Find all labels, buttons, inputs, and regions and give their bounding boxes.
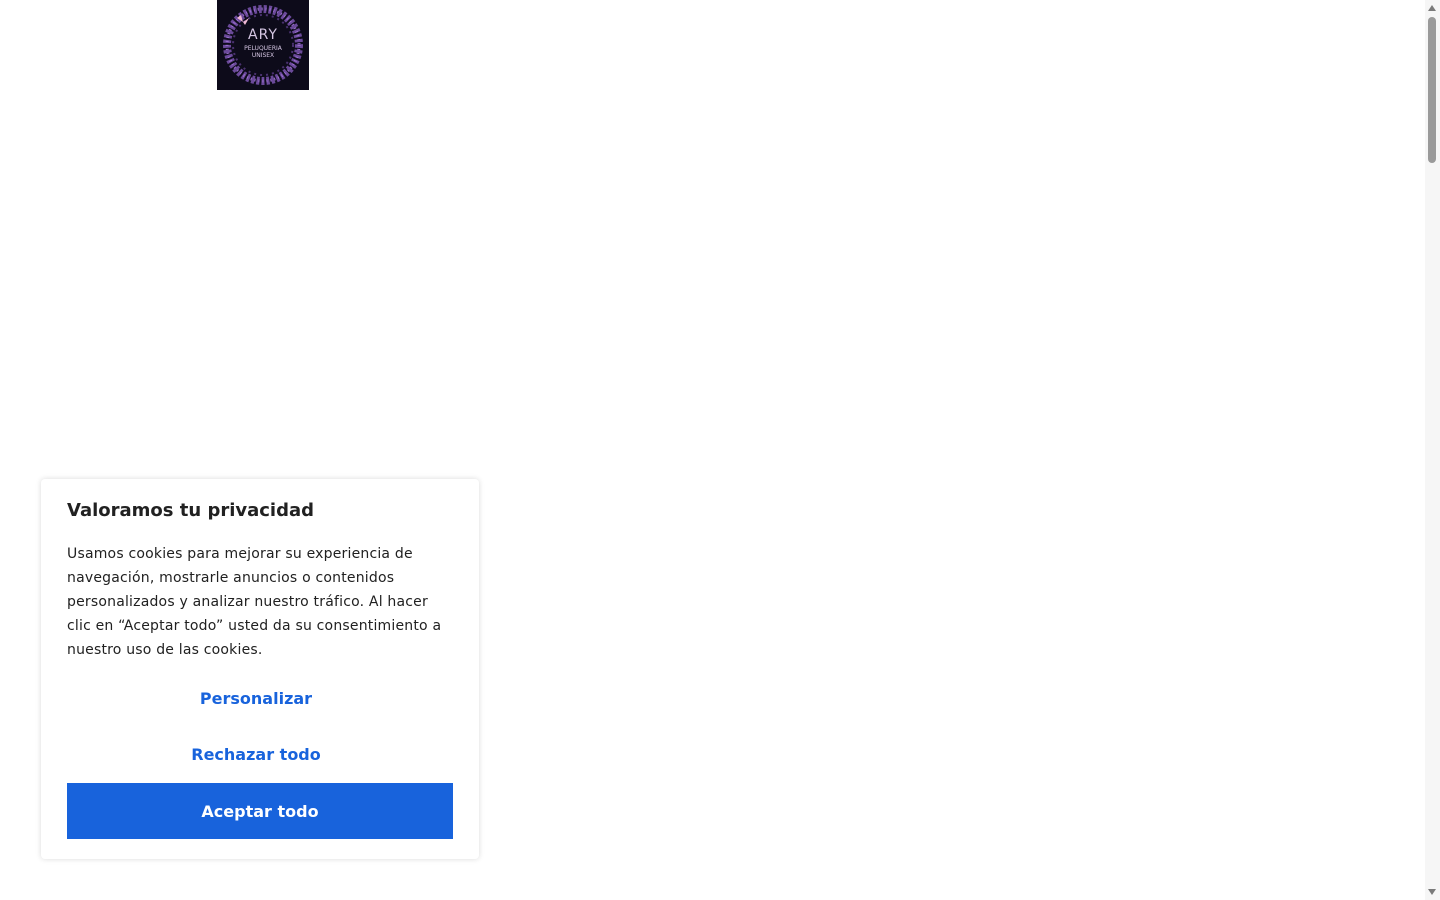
customize-button[interactable]: Personalizar	[67, 687, 445, 711]
reject-all-button[interactable]: Rechazar todo	[67, 743, 445, 767]
site-logo[interactable]: ARY PELUQUERIA UNISEX	[217, 0, 309, 90]
vertical-scrollbar[interactable]	[1425, 0, 1440, 900]
logo-subtitle: PELUQUERIA	[244, 45, 282, 52]
logo-subtitle-2: UNISEX	[251, 52, 275, 59]
logo-title: ARY	[248, 27, 278, 43]
cookie-consent-banner: Valoramos tu privacidad Usamos cookies p…	[41, 479, 479, 859]
scrollbar-thumb[interactable]	[1428, 17, 1436, 163]
cookie-banner-title: Valoramos tu privacidad	[67, 500, 315, 521]
cookie-banner-description: Usamos cookies para mejorar su experienc…	[67, 546, 442, 658]
scroll-down-arrow-icon[interactable]	[1428, 889, 1436, 895]
scroll-up-arrow-icon[interactable]	[1428, 5, 1436, 11]
accept-all-button[interactable]: Aceptar todo	[67, 783, 453, 839]
page: ARY PELUQUERIA UNISEX Valoramos tu priva…	[0, 0, 1440, 900]
